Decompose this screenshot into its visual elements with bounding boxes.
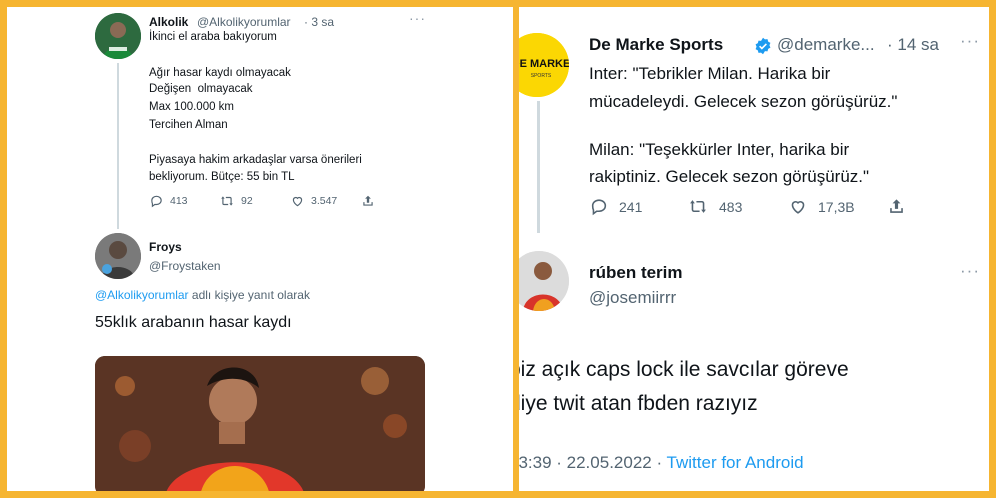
tweet2-text: 55klık arabanın hasar kaydı — [95, 314, 292, 331]
tweet1-line: Tercihen Alman — [149, 119, 228, 131]
r-tweet1-author-handle[interactable]: @demarke... — [777, 35, 875, 55]
verified-icon — [755, 37, 771, 55]
thread-connector — [117, 63, 119, 229]
tweet1-line: Değişen olmayacak — [149, 83, 253, 95]
tweet1-author-name[interactable]: Alkolik — [149, 15, 188, 29]
retweet-count: 483 — [719, 198, 743, 215]
tweet2-author-handle[interactable]: @Froystaken — [149, 259, 221, 273]
left-screenshot-panel: Alkolik @Alkolikyorumlar · 3 sa ··· İkin… — [7, 7, 513, 491]
like-count: 17,3B — [818, 198, 855, 215]
more-icon[interactable]: ··· — [960, 261, 980, 281]
reply-mention-link[interactable]: @Alkolikyorumlar — [95, 288, 189, 302]
tweet1-author-handle[interactable]: @Alkolikyorumlar — [197, 15, 291, 29]
r-tweet1-line: Milan: "Teşekkürler Inter, harika bir — [589, 140, 850, 159]
r-tweet2-timestamp[interactable]: 23:39 · 22.05.2022 · — [519, 453, 667, 472]
more-icon[interactable]: ··· — [960, 31, 980, 51]
thread-connector — [537, 101, 540, 233]
share-button[interactable] — [887, 197, 906, 216]
retweet-button[interactable]: 483 — [687, 197, 742, 216]
like-button[interactable]: 17,3B — [788, 197, 855, 216]
share-icon — [890, 199, 903, 213]
r-tweet2-line: diye twit atan fbden razıyız — [519, 392, 758, 415]
r-tweet1-author-name[interactable]: De Marke Sports — [589, 35, 723, 55]
r-tweet2-meta: 23:39 · 22.05.2022 · Twitter for Android — [519, 453, 804, 473]
retweet-icon — [690, 200, 706, 213]
reply-icon — [151, 195, 162, 208]
tweet1-time[interactable]: · 3 sa — [304, 15, 334, 29]
r-tweet1-line: Inter: "Tebrikler Milan. Harika bir — [589, 64, 831, 83]
tweet1-line: Piyasaya hakim arkadaşlar varsa öneriler… — [149, 154, 362, 166]
demarke-logo-text: DE MARKE — [519, 58, 569, 70]
reply-icon — [591, 199, 607, 216]
tweet1-line: Ağır hasar kaydı olmayacak — [149, 67, 291, 79]
ruben-terim-avatar[interactable] — [519, 251, 569, 311]
tweet2-photo[interactable] — [95, 356, 425, 491]
share-icon — [363, 195, 373, 206]
r-tweet1-line: mücadeleydi. Gelecek sezon görüşürüz." — [589, 92, 898, 111]
reply-button[interactable]: 241 — [589, 197, 642, 216]
demarke-logo-sub: SPORTS — [531, 73, 552, 79]
like-count: 3.547 — [311, 195, 338, 207]
r-tweet2-text: biz açık caps lock ile savcılar göreve d… — [519, 353, 849, 421]
r-tweet2-line: biz açık caps lock ile savcılar göreve — [519, 358, 849, 381]
right-screenshot-panel: DE MARKE SPORTS De Marke Sports @demarke… — [519, 7, 989, 491]
r-tweet2-source[interactable]: Twitter for Android — [667, 453, 804, 472]
froys-avatar[interactable] — [95, 233, 141, 279]
reply-count: 241 — [619, 198, 643, 215]
tweet1-line: İkinci el araba bakıyorum — [149, 31, 277, 43]
tweet1-line: bekliyorum. Bütçe: 55 bin TL — [149, 171, 295, 183]
tweet1-line: Max 100.000 km — [149, 101, 235, 113]
alkolik-avatar[interactable] — [95, 13, 141, 59]
reply-count: 413 — [170, 195, 188, 207]
tweet2-author-name[interactable]: Froys — [149, 240, 182, 254]
like-icon — [292, 196, 303, 207]
r-tweet2-author-name[interactable]: rúben terim — [589, 263, 683, 283]
retweet-count: 92 — [241, 195, 253, 207]
more-icon[interactable]: ··· — [409, 10, 426, 26]
r-tweet1-line: rakiptiniz. Gelecek sezon görüşürüz." — [589, 167, 870, 186]
replying-to-line: @Alkolikyorumlar adlı kişiye yanıt olara… — [95, 288, 310, 302]
reply-suffix: adlı kişiye yanıt olarak — [191, 288, 310, 302]
like-button[interactable]: 3.547 — [290, 194, 337, 208]
share-button[interactable] — [361, 194, 375, 208]
retweet-button[interactable]: 92 — [219, 194, 253, 208]
like-icon — [791, 201, 805, 214]
demarke-avatar[interactable]: DE MARKE SPORTS — [519, 33, 569, 97]
r-tweet1-time[interactable]: · 14 sa — [887, 35, 939, 55]
r-tweet2-author-handle[interactable]: @josemiirrr — [589, 288, 676, 308]
retweet-icon — [221, 196, 233, 206]
reply-button[interactable]: 413 — [149, 194, 188, 208]
